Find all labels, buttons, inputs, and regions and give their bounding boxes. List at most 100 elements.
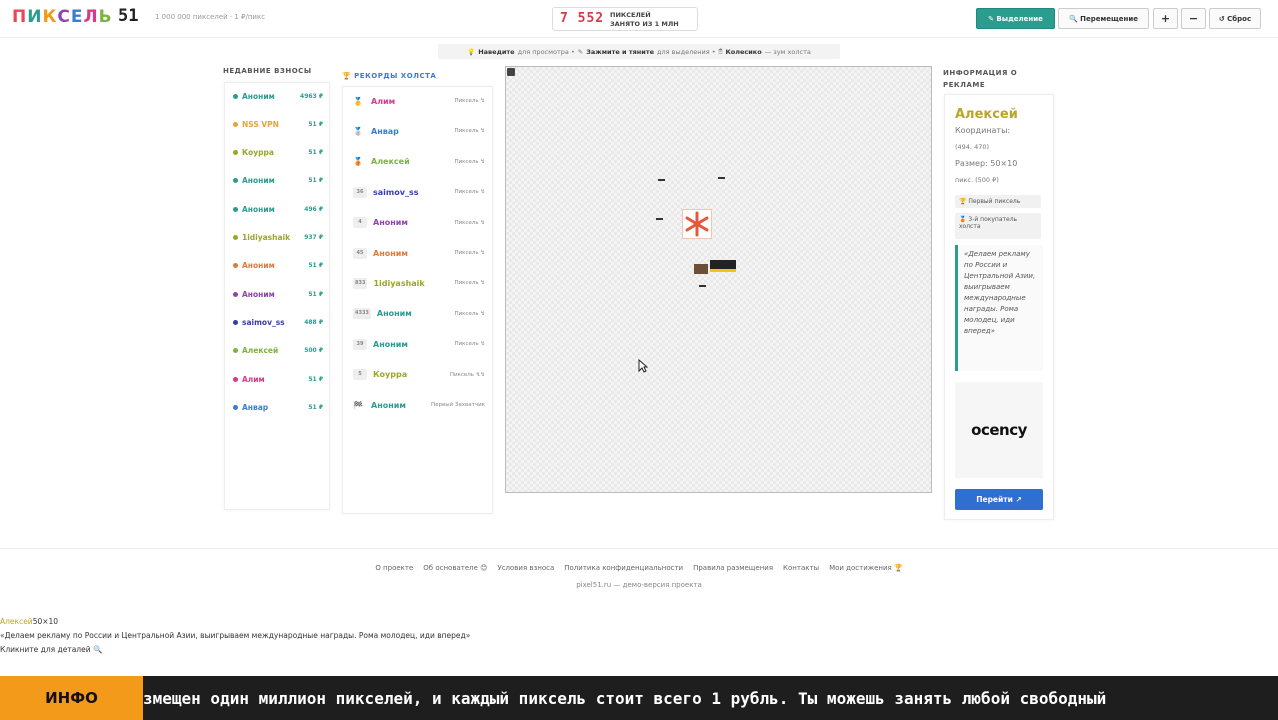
recent-item[interactable]: 1idiyashaik 937 ₽: [233, 231, 323, 245]
zoom-in-button[interactable]: +: [1153, 8, 1178, 29]
tagline: 1 000 000 пикселей · 1 ₽/пикс: [155, 13, 266, 21]
mouse-icon: 🖱: [718, 47, 723, 55]
canvas-minimap-icon[interactable]: [507, 68, 515, 76]
recent-item-name: Коурра: [242, 148, 274, 158]
record-item[interactable]: 39 Аноним Пиксель ↯: [353, 336, 485, 352]
record-item-sub: Пиксель ↯: [454, 280, 485, 287]
color-dot-icon: [233, 121, 238, 127]
recent-item-amount: 51 ₽: [308, 403, 323, 411]
record-item[interactable]: 🥉 Алексей Пиксель ↯: [353, 154, 485, 170]
record-item[interactable]: 🏁 Аноним Первый Захватчик: [353, 397, 485, 413]
record-item[interactable]: 4333 Аноним Пиксель ↯: [353, 306, 485, 322]
footer-link[interactable]: Контакты: [783, 564, 819, 572]
record-item-sub: Пиксель ↯: [454, 310, 485, 317]
logo-letter: С: [57, 7, 71, 27]
recent-item-amount: 500 ₽: [304, 347, 323, 355]
recent-item[interactable]: Аноним 51 ₽: [233, 259, 323, 273]
recent-item[interactable]: Коурра 51 ₽: [233, 146, 323, 160]
ocency-pixel-ad[interactable]: [710, 260, 736, 272]
record-item[interactable]: 36 saimov_ss Пиксель ↯: [353, 184, 485, 200]
hint-drag-rest: для выделения •: [657, 47, 716, 56]
footer-link[interactable]: Правила размещения: [693, 564, 773, 572]
ad-logo-image[interactable]: ocency: [955, 382, 1043, 478]
recent-item-amount: 51 ₽: [308, 177, 323, 185]
pixel-block[interactable]: [658, 179, 665, 181]
record-item[interactable]: 4 Аноним Пиксель ↯: [353, 215, 485, 231]
color-dot-icon: [233, 319, 238, 325]
pixel-block[interactable]: [699, 285, 706, 287]
ad-quote: «Делаем рекламу по России и Центральной …: [955, 245, 1043, 371]
record-item-sub: Пиксель ↯: [454, 219, 485, 226]
footer-link[interactable]: Об основателе 😊: [423, 564, 487, 572]
color-dot-icon: [233, 376, 238, 382]
ad-info-panel: Алексей Координаты: (494, 470) Размер: 5…: [944, 94, 1054, 520]
top-bar: ПИКСЕЛЬ 51 1 000 000 пикселей · 1 ₽/пикс…: [0, 0, 1278, 38]
go-to-ad-button[interactable]: Перейти ↗: [955, 489, 1043, 510]
zoom-out-button[interactable]: −: [1181, 8, 1206, 29]
counter-label-1: ПИКСЕЛЕЙ: [610, 11, 651, 19]
footer-link[interactable]: Мои достижения 🏆: [829, 564, 903, 572]
recent-item-amount: 937 ₽: [304, 234, 323, 241]
recent-item[interactable]: saimov_ss 488 ₽: [233, 315, 323, 329]
move-mode-button[interactable]: 🔍 Перемещение: [1058, 8, 1149, 29]
recent-item[interactable]: Алексей 500 ₽: [233, 344, 323, 358]
record-item-sub: Пиксель ↯: [454, 128, 485, 135]
record-item-name: Аноним: [373, 248, 408, 258]
pixel-counter: 7 552 ПИКСЕЛЕЙ ЗАНЯТО ИЗ 1 МЛН: [552, 7, 698, 31]
recent-item[interactable]: Аноним 496 ₽: [233, 202, 323, 216]
recent-item[interactable]: Аноним 4963 ₽: [233, 89, 323, 103]
record-item[interactable]: 🥇 Алим Пиксель ↯: [353, 93, 485, 109]
pixel-block[interactable]: [718, 177, 725, 179]
recent-item[interactable]: Анвар 51 ₽: [233, 400, 323, 414]
reset-button[interactable]: ↺ Сброс: [1209, 8, 1261, 29]
record-item[interactable]: 45 Аноним Пиксель ↯: [353, 245, 485, 261]
recent-item[interactable]: Алим 51 ₽: [233, 372, 323, 386]
record-item-name: Коурра: [373, 370, 408, 380]
record-item[interactable]: 5 Коурра Пиксель ↯↯: [353, 367, 485, 383]
pixel-canvas[interactable]: [505, 66, 932, 493]
logo-letter: И: [27, 7, 43, 27]
color-dot-icon: [233, 93, 238, 99]
record-item[interactable]: 🥈 Анвар Пиксель ↯: [353, 123, 485, 139]
record-item[interactable]: 833 1idiyashaik Пиксель ↯: [353, 275, 485, 291]
logo[interactable]: ПИКСЕЛЬ: [12, 7, 113, 27]
ad-coords-value: (494, 470): [955, 143, 990, 151]
ticker-text: змещен один миллион пикселей, и каждый п…: [143, 688, 1107, 708]
footer-copyright: pixel51.ru — демо-версия проекта: [576, 581, 702, 589]
recent-item-name: Анвар: [242, 402, 269, 412]
recent-item-name: Аноним: [242, 91, 275, 101]
color-dot-icon: [233, 263, 238, 269]
record-rank-badge: 5: [353, 369, 367, 381]
record-item-sub: Пиксель ↯↯: [449, 371, 485, 378]
asterisk-logo-pixel-ad[interactable]: [682, 209, 712, 239]
footer-link[interactable]: О проекте: [375, 564, 413, 572]
ad-coords-label: Координаты:: [955, 126, 1011, 135]
recent-item[interactable]: NSS VPN 51 ₽: [233, 117, 323, 131]
record-item-name: Алексей: [371, 157, 410, 167]
footer-link[interactable]: Условия взноса: [497, 564, 554, 572]
tooltip-hint: Кликните для деталей 🔍: [0, 645, 103, 654]
pencil-icon: ✎: [577, 47, 584, 56]
color-dot-icon: [233, 348, 238, 354]
recent-item-name: Аноним: [242, 176, 275, 186]
color-dot-icon: [233, 404, 238, 410]
record-item-name: Аноним: [373, 218, 408, 228]
ad-size-label: Размер: 50×10: [955, 159, 1018, 168]
first-pixel-badge: 🏆 Первый пиксель: [955, 195, 1041, 208]
tooltip-quote: «Делаем рекламу по России и Центральной …: [0, 631, 471, 640]
logo-letter: К: [42, 7, 58, 27]
record-item-name: Аноним: [371, 400, 406, 410]
select-mode-button[interactable]: ✎ Выделение: [976, 8, 1055, 29]
record-rank-badge: 39: [353, 338, 367, 350]
record-item-sub: Пиксель ↯: [454, 250, 485, 256]
hover-tooltip-title: Алексей50×10: [0, 617, 58, 626]
footer-link[interactable]: Политика конфиденциальности: [564, 564, 683, 572]
record-rank-badge: 36: [353, 186, 367, 198]
color-dot-icon: [233, 235, 238, 240]
recent-item-amount: 4963 ₽: [300, 92, 323, 100]
pixel-block[interactable]: [656, 218, 663, 220]
recent-item[interactable]: Аноним 51 ₽: [233, 287, 323, 301]
recent-item[interactable]: Аноним 51 ₽: [233, 174, 323, 188]
photo-pixel-ad[interactable]: [694, 264, 708, 274]
recent-panel: Аноним 4963 ₽ NSS VPN 51 ₽ Коурра 51 ₽ Аноним 5…: [224, 82, 330, 510]
